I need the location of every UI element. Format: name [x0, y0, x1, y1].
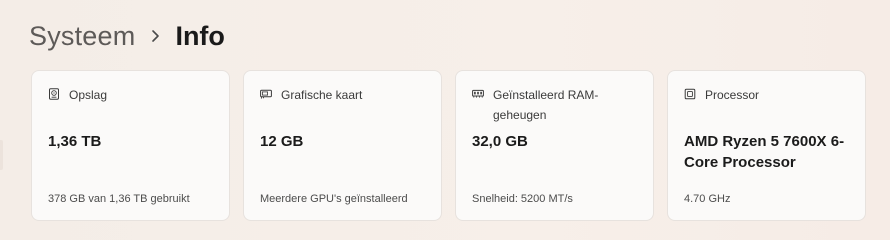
chevron-right-icon — [135, 29, 175, 43]
memory-icon — [472, 89, 484, 98]
card-header: Geïnstalleerd RAM-geheugen — [472, 85, 641, 125]
card-memory[interactable]: Geïnstalleerd RAM-geheugen 32,0 GB Snelh… — [455, 70, 654, 221]
scroll-edge-indicator — [0, 140, 3, 170]
card-title: Processor — [705, 88, 760, 102]
card-footer: Meerdere GPU's geïnstalleerd — [260, 193, 408, 205]
card-value: 1,36 TB — [48, 133, 102, 150]
processor-icon — [684, 88, 696, 100]
card-header: Processor — [684, 85, 853, 105]
graphics-card-icon — [260, 89, 272, 99]
card-value: 32,0 GB — [472, 133, 528, 150]
card-footer: Snelheid: 5200 MT/s — [472, 193, 573, 205]
card-footer: 378 GB van 1,36 TB gebruikt — [48, 193, 190, 205]
card-header: Opslag — [48, 85, 217, 105]
card-title: Geïnstalleerd RAM-geheugen — [493, 88, 599, 122]
card-value: 12 GB — [260, 133, 304, 150]
card-title: Opslag — [69, 88, 108, 102]
card-value: AMD Ryzen 5 7600X 6-Core Processor — [684, 133, 845, 171]
storage-icon — [49, 88, 59, 100]
card-header: Grafische kaart — [260, 85, 429, 105]
page-title: Info — [175, 20, 225, 51]
breadcrumb: Systeem Info — [29, 16, 225, 56]
device-specs-cards: Opslag 1,36 TB 378 GB van 1,36 TB gebrui… — [31, 70, 866, 221]
card-graphics[interactable]: Grafische kaart 12 GB Meerdere GPU's geï… — [243, 70, 442, 221]
card-processor[interactable]: Processor AMD Ryzen 5 7600X 6-Core Proce… — [667, 70, 866, 221]
card-storage[interactable]: Opslag 1,36 TB 378 GB van 1,36 TB gebrui… — [31, 70, 230, 221]
card-title: Grafische kaart — [281, 88, 363, 102]
breadcrumb-item-systeem[interactable]: Systeem — [29, 21, 135, 52]
card-footer: 4.70 GHz — [684, 193, 731, 205]
